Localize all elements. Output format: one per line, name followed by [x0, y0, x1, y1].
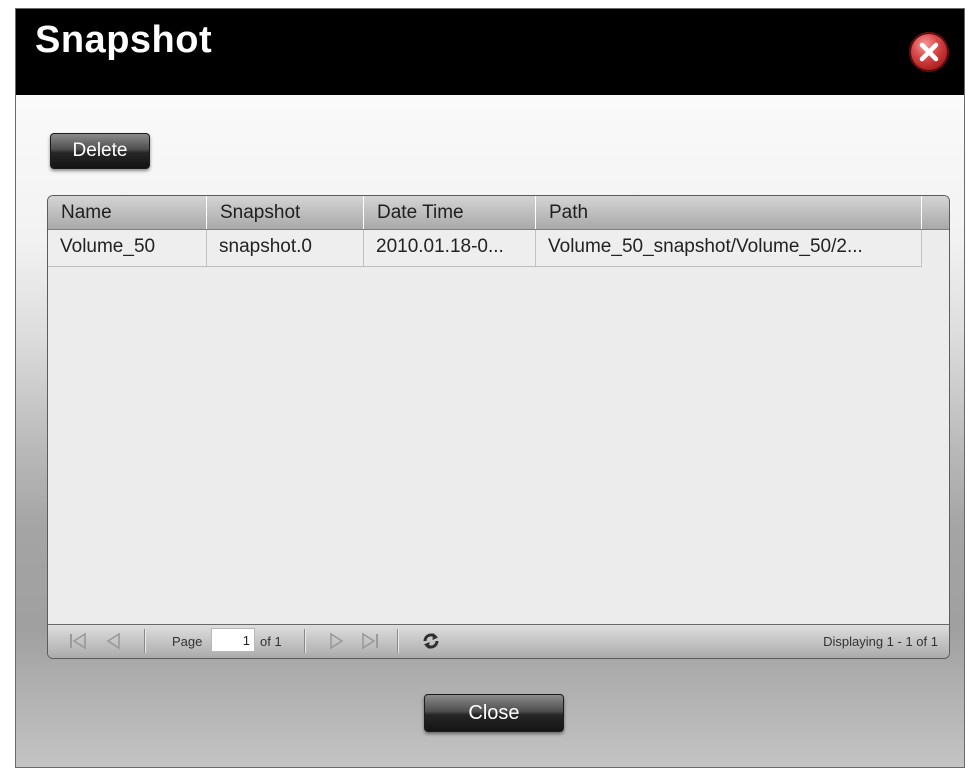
- last-page-icon[interactable]: [358, 630, 382, 652]
- column-header-snapshot[interactable]: Snapshot: [207, 196, 364, 229]
- close-button[interactable]: Close: [424, 694, 564, 732]
- refresh-icon[interactable]: [419, 630, 443, 652]
- cell-name: Volume_50: [48, 230, 207, 266]
- delete-button[interactable]: Delete: [50, 133, 150, 169]
- pager-separator: [144, 629, 146, 653]
- page-label: Page: [172, 634, 203, 649]
- column-header-spacer: [922, 196, 949, 229]
- close-x-icon[interactable]: [909, 32, 949, 72]
- grid-header: Name Snapshot Date Time Path: [48, 196, 949, 230]
- page-number-input[interactable]: [211, 628, 255, 652]
- cell-path: Volume_50_snapshot/Volume_50/2...: [536, 230, 922, 266]
- first-page-icon[interactable]: [66, 630, 90, 652]
- page-count-label: of 1: [260, 634, 282, 649]
- column-header-path[interactable]: Path: [536, 196, 922, 229]
- cell-snapshot: snapshot.0: [207, 230, 364, 266]
- prev-page-icon[interactable]: [102, 630, 126, 652]
- x-glyph-icon: [919, 42, 939, 62]
- snapshot-grid: Name Snapshot Date Time Path Volume_50 s…: [47, 195, 950, 659]
- displaying-status: Displaying 1 - 1 of 1: [823, 634, 938, 649]
- dialog-title: Snapshot: [35, 19, 213, 61]
- snapshot-dialog: Snapshot Delete Name Snapshot Date Time …: [15, 8, 965, 768]
- table-row[interactable]: Volume_50 snapshot.0 2010.01.18-0... Vol…: [48, 230, 922, 267]
- pager-separator: [397, 629, 399, 653]
- column-header-date-time[interactable]: Date Time: [364, 196, 536, 229]
- pager-separator: [304, 629, 306, 653]
- next-page-icon[interactable]: [324, 630, 348, 652]
- title-bar: Snapshot: [16, 9, 964, 95]
- column-header-name[interactable]: Name: [48, 196, 207, 229]
- cell-date-time: 2010.01.18-0...: [364, 230, 536, 266]
- paging-toolbar: Page of 1 Displaying 1 - 1 of 1: [48, 624, 949, 658]
